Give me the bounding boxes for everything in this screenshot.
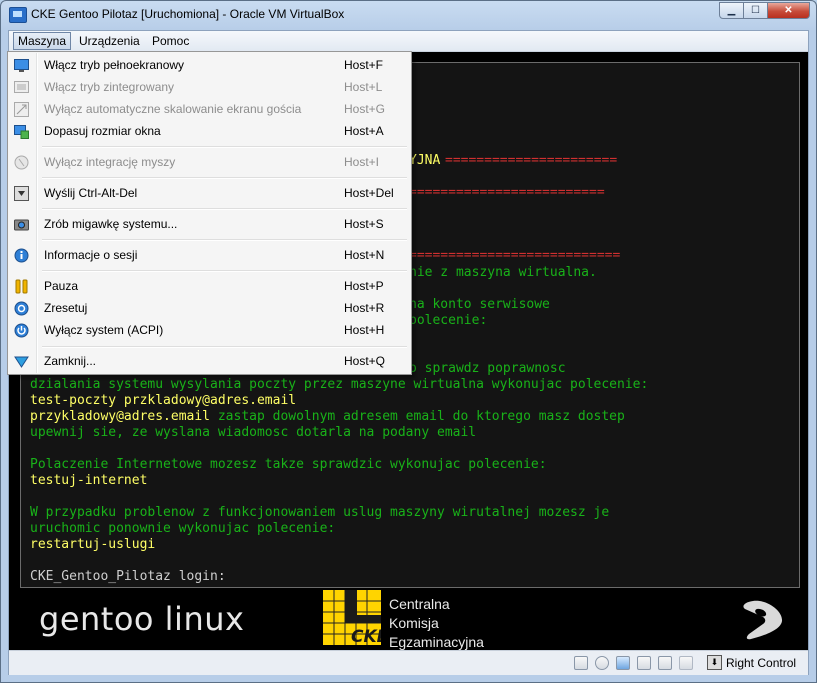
- menu-item-fullscreen[interactable]: Włącz tryb pełnoekranowy Host+F: [10, 55, 409, 76]
- maximize-button[interactable]: ☐: [743, 2, 768, 19]
- close-icon: ✕: [784, 5, 793, 16]
- minimize-button[interactable]: ▁: [719, 2, 744, 19]
- ctrl-alt-del-icon: [14, 186, 29, 201]
- network-icon[interactable]: [616, 656, 630, 670]
- cke-line-1: Centralna: [389, 596, 450, 612]
- console-line: upewnij sie, ze wyslana wiadomosc dotarl…: [30, 425, 477, 440]
- menu-item-close[interactable]: Zamknij... Host+Q: [10, 351, 409, 372]
- menu-item-adjust-window[interactable]: Dopasuj rozmiar okna Host+A: [10, 121, 409, 142]
- menu-separator: [42, 239, 407, 241]
- menu-separator: [42, 177, 407, 179]
- seamless-icon: [14, 81, 29, 93]
- fullscreen-icon: [14, 59, 29, 72]
- menu-item-seamless[interactable]: Włącz tryb zintegrowany Host+L: [10, 77, 409, 98]
- host-key-label: Right Control: [726, 655, 797, 670]
- cke-line-2: Komisja: [389, 615, 439, 631]
- console-line: polecenie:: [409, 313, 488, 328]
- menu-item-reset[interactable]: Zresetuj Host+R: [10, 298, 409, 319]
- menu-maszyna[interactable]: Maszyna: [13, 32, 72, 50]
- menu-separator: [42, 270, 407, 272]
- menu-separator: [42, 346, 407, 348]
- console-line: dzialania systemu wysylania poczty przez…: [30, 377, 649, 392]
- gentoo-logo-icon: [743, 600, 783, 640]
- menu-urzadzenia[interactable]: Urządzenia: [75, 33, 144, 49]
- menu-item-autoscale[interactable]: Wyłącz automatyczne skalowanie ekranu go…: [10, 99, 409, 120]
- close-vm-icon: [14, 356, 29, 368]
- machine-menu: Włącz tryb pełnoekranowy Host+F Włącz try…: [7, 51, 412, 375]
- acpi-shutdown-icon: [14, 323, 29, 338]
- keyboard-icon: ⬇: [707, 655, 722, 670]
- console-line: test-poczty przkladowy@adres.email: [30, 393, 297, 408]
- window-controls: ▁ ☐ ✕: [719, 2, 810, 19]
- menu-item-ctrl-alt-del[interactable]: Wyślij Ctrl-Alt-Del Host+Del: [10, 183, 409, 204]
- console-line: ===========================: [409, 248, 621, 263]
- console-line: YJNA: [409, 153, 441, 168]
- menu-separator: [42, 146, 407, 148]
- menu-item-acpi-shutdown[interactable]: Wyłącz system (ACPI) Host+H: [10, 320, 409, 341]
- console-line: uruchomic ponownie wykonujac polecenie:: [30, 521, 336, 536]
- pause-icon: [15, 279, 28, 294]
- shared-folders-icon[interactable]: [658, 656, 672, 670]
- menu-item-snapshot[interactable]: Zrób migawkę systemu... Host+S: [10, 214, 409, 235]
- menu-item-session-info[interactable]: Informacje o sesji Host+N: [10, 245, 409, 266]
- console-line: Polaczenie Internetowe mozesz takze spra…: [30, 457, 547, 472]
- console-line: =========================: [409, 185, 605, 200]
- menu-bar: Maszyna Urządzenia Pomoc: [9, 31, 808, 52]
- usb-icon[interactable]: [637, 656, 651, 670]
- maximize-icon: ☐: [751, 5, 760, 16]
- optical-drive-icon[interactable]: [595, 656, 609, 670]
- console-line: o sprawdz poprawnosc: [409, 361, 566, 376]
- mouse-integration-icon: [14, 155, 29, 170]
- console-line: na konto serwisowe: [409, 297, 550, 312]
- menu-pomoc[interactable]: Pomoc: [148, 33, 193, 49]
- menu-item-pause[interactable]: Pauza Host+P: [10, 276, 409, 297]
- reset-icon: [14, 301, 29, 316]
- console-line: restartuj-uslugi: [30, 537, 156, 552]
- title-bar[interactable]: CKE Gentoo Pilotaz [Uruchomiona] - Oracl…: [1, 1, 816, 29]
- hard-disk-icon[interactable]: [574, 656, 588, 670]
- session-info-icon: [14, 248, 29, 263]
- console-line: ======================: [445, 153, 618, 168]
- cke-logo: CKE: [323, 590, 381, 645]
- minimize-icon: ▁: [727, 5, 736, 16]
- console-line: W przypadku problenow z funkcjonowaniem …: [30, 505, 610, 520]
- console-line: przykladowy@adres.email zastap dowolnym …: [30, 409, 625, 424]
- gentoo-linux-wordmark: gentoo linux: [39, 600, 245, 638]
- host-key-indicator: ⬇ Right Control: [707, 655, 796, 670]
- status-bar: ⬇ Right Control: [9, 650, 808, 675]
- close-button[interactable]: ✕: [767, 2, 810, 19]
- console-line: testuj-internet: [30, 473, 148, 488]
- login-prompt: CKE_Gentoo_Pilotaz login:: [30, 569, 226, 584]
- cke-name: Centralna Komisja Egzaminacyjna: [389, 595, 484, 652]
- svg-text:CKE: CKE: [351, 627, 381, 645]
- menu-item-mouse-integration[interactable]: Wyłącz integrację myszy Host+I: [10, 152, 409, 173]
- window-title: CKE Gentoo Pilotaz [Uruchomiona] - Oracl…: [31, 7, 345, 21]
- snapshot-icon: [14, 219, 29, 231]
- virtualbox-app-icon: [9, 7, 27, 23]
- adjust-window-icon: [14, 125, 29, 139]
- scale-icon: [14, 102, 29, 117]
- menu-separator: [42, 208, 407, 210]
- console-line: nie z maszyna wirtualna.: [409, 265, 597, 280]
